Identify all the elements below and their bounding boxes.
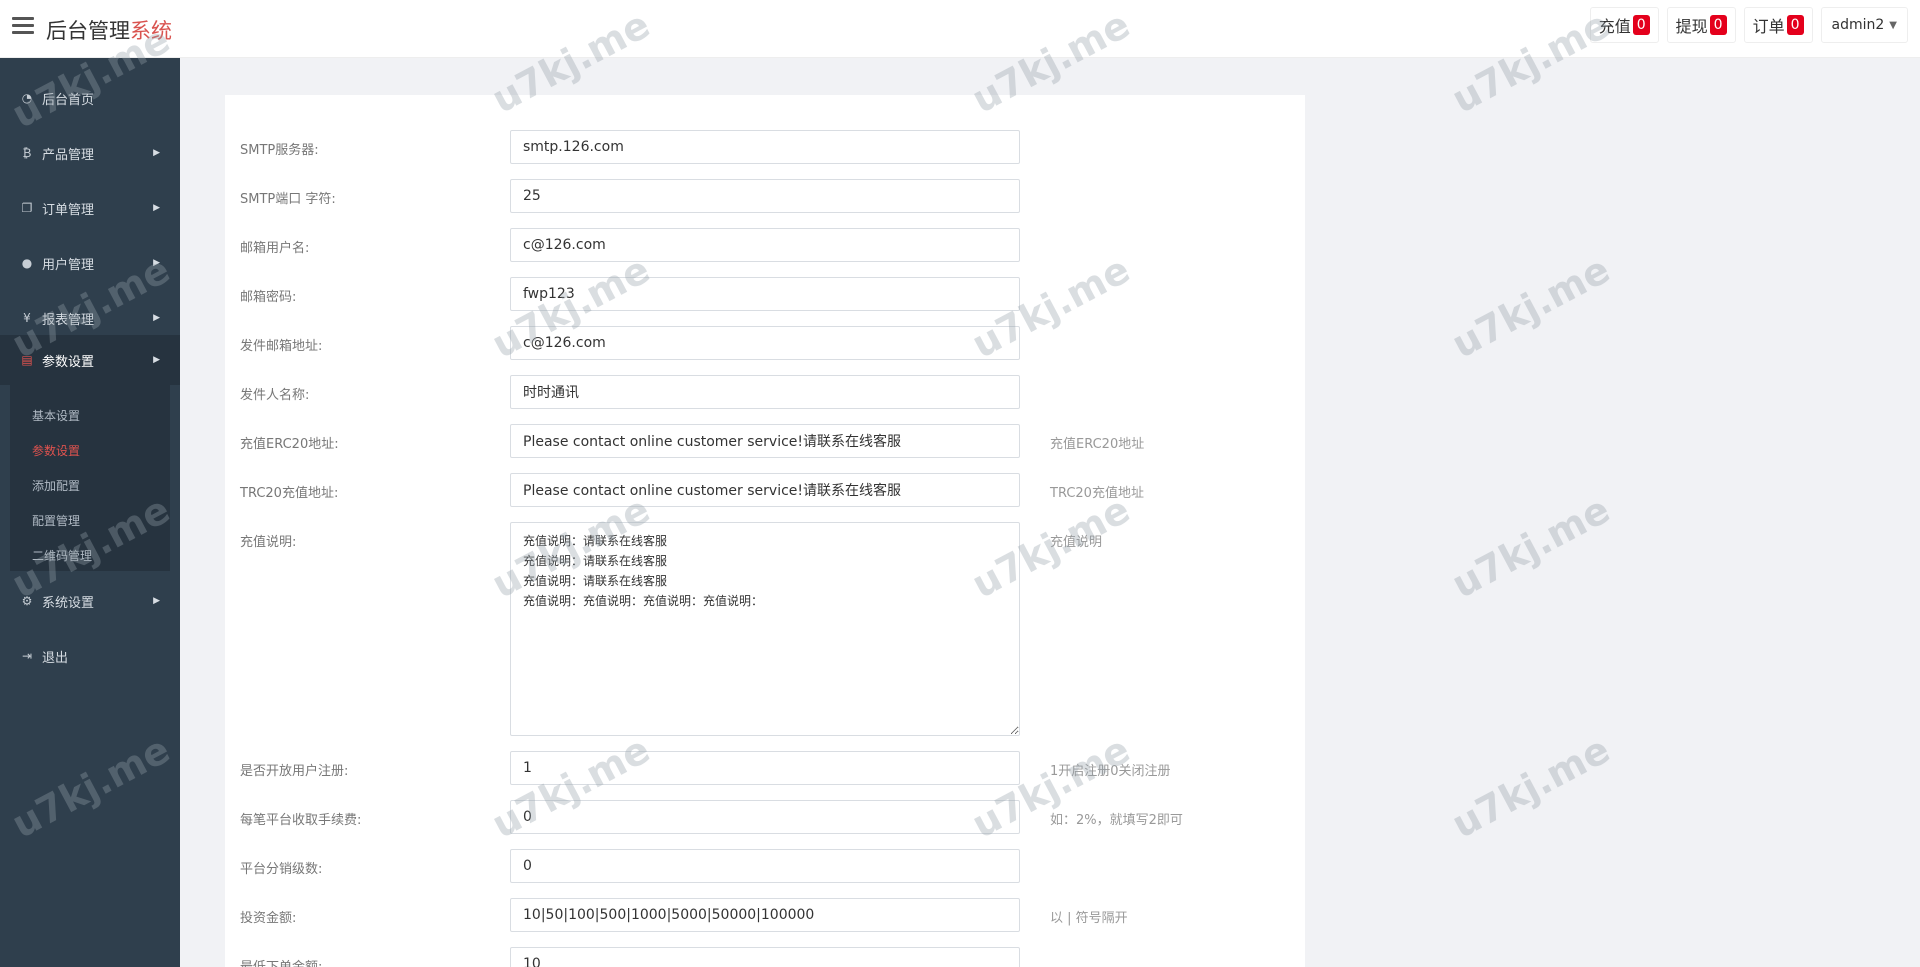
field-label: 邮箱密码: (240, 290, 297, 305)
recharge-label: 充值 (1598, 17, 1631, 36)
brand-title: 后台管理系统 (46, 15, 172, 45)
sidebar-item-reports[interactable]: ¥ 报表管理 ▶ (0, 298, 180, 338)
field-label: 是否开放用户注册: (240, 764, 349, 779)
mail-password-input[interactable] (510, 277, 1020, 311)
fee-input[interactable] (510, 800, 1020, 834)
open-register-input[interactable] (510, 751, 1020, 785)
field-label: 投资金额: (240, 911, 297, 926)
trc20-address-input[interactable] (510, 473, 1020, 507)
user-icon: ● (21, 256, 33, 270)
subitem-add-config[interactable]: 添加配置 (32, 477, 80, 494)
subitem-config-management[interactable]: 配置管理 (32, 512, 80, 529)
recharge-button[interactable]: 充值 0 (1589, 7, 1659, 43)
top-header: 后台管理系统 充值 0 提现 0 订单 0 admin2 ▼ (0, 0, 1920, 58)
dashboard-icon: ◔ (21, 91, 33, 105)
field-label: 每笔平台收取手续费: (240, 813, 362, 828)
sidebar-item-label: 参数设置 (42, 354, 95, 370)
user-menu-button[interactable]: admin2 ▼ (1820, 7, 1908, 43)
sidebar-item-params[interactable]: ▤ 参数设置 ▶ (0, 335, 180, 385)
field-label: 平台分销级数: (240, 862, 323, 877)
watermark-text: u7kj.me (1444, 487, 1617, 607)
subitem-basic-settings[interactable]: 基本设置 (32, 407, 80, 424)
invest-amounts-input[interactable] (510, 898, 1020, 932)
smtp-server-input[interactable] (510, 130, 1020, 164)
orders-button[interactable]: 订单 0 (1743, 7, 1813, 43)
field-label: TRC20充值地址: (240, 486, 339, 501)
recharge-note-textarea[interactable]: 充值说明：请联系在线客服 充值说明：请联系在线客服 充值说明：请联系在线客服 充… (510, 522, 1020, 736)
field-hint: 如：2%，就填写2即可 (1050, 813, 1183, 828)
field-label: 发件邮箱地址: (240, 339, 323, 354)
field-hint: 1开启注册0关闭注册 (1050, 764, 1171, 779)
sidebar-item-dashboard[interactable]: ◔ 后台首页 (0, 78, 180, 118)
field-hint: TRC20充值地址 (1050, 486, 1144, 501)
caret-right-icon: ▶ (153, 313, 160, 323)
mail-username-input[interactable] (510, 228, 1020, 262)
watermark-text: u7kj.me (1444, 247, 1617, 367)
copy-icon: ❐ (21, 201, 33, 215)
sidebar-item-logout[interactable]: ⇥ 退出 (0, 636, 180, 676)
withdraw-label: 提现 (1675, 17, 1708, 36)
recharge-count-badge: 0 (1632, 15, 1650, 35)
caret-down-icon: ▼ (1889, 19, 1897, 31)
brand-main-text: 后台管理 (46, 19, 130, 43)
field-label: 充值说明: (240, 535, 297, 550)
field-label: SMTP端口 字符: (240, 192, 336, 207)
subitem-param-settings[interactable]: 参数设置 (32, 442, 80, 459)
field-label: 最低下单金额: (240, 956, 322, 967)
subitem-qrcode-management[interactable]: 二维码管理 (32, 547, 92, 564)
files-icon: ▤ (21, 353, 33, 367)
erc20-address-input[interactable] (510, 424, 1020, 458)
smtp-port-input[interactable] (510, 179, 1020, 213)
sidebar-item-system[interactable]: ⚙ 系统设置 ▶ (0, 581, 180, 621)
field-hint: 充值说明 (1050, 535, 1103, 550)
sidebar-item-users[interactable]: ● 用户管理 ▶ (0, 243, 180, 283)
yen-icon: ¥ (23, 311, 31, 325)
user-name: admin2 (1831, 17, 1885, 33)
sender-name-input[interactable] (510, 375, 1020, 409)
sidebar-item-label: 系统设置 (42, 595, 95, 611)
sign-out-icon: ⇥ (21, 649, 33, 663)
sidebar-item-label: 退出 (42, 650, 69, 666)
caret-right-icon: ▶ (153, 355, 160, 365)
sidebar-item-label: 产品管理 (42, 147, 95, 163)
bitcoin-icon: ₿ (22, 146, 32, 160)
min-order-input[interactable] (510, 947, 1020, 967)
caret-right-icon: ▶ (153, 203, 160, 213)
sidebar-item-label: 订单管理 (42, 202, 95, 218)
sidebar-item-orders[interactable]: ❐ 订单管理 ▶ (0, 188, 180, 228)
sidebar-item-label: 后台首页 (42, 92, 95, 108)
field-label: 发件人名称: (240, 388, 310, 403)
withdraw-count-badge: 0 (1709, 15, 1727, 35)
watermark-text: u7kj.me (1444, 727, 1617, 847)
caret-right-icon: ▶ (153, 596, 160, 606)
caret-right-icon: ▶ (153, 148, 160, 158)
settings-form-panel: SMTP服务器: SMTP端口 字符: 邮箱用户名: 邮箱密码: 发件邮箱地址:… (225, 95, 1305, 967)
field-label: 充值ERC20地址: (240, 437, 339, 452)
field-hint: 以 | 符号隔开 (1050, 911, 1128, 926)
caret-right-icon: ▶ (153, 258, 160, 268)
field-label: SMTP服务器: (240, 143, 319, 158)
withdraw-button[interactable]: 提现 0 (1666, 7, 1736, 43)
orders-label: 订单 (1752, 17, 1785, 36)
field-label: 邮箱用户名: (240, 241, 310, 256)
gears-icon: ⚙ (21, 594, 33, 608)
sidebar: ◔ 后台首页 ₿ 产品管理 ▶ ❐ 订单管理 ▶ ● 用户管理 ▶ ¥ 报表管理 ▶ ▤ 参数设置 ▶… (0, 58, 180, 967)
menu-toggle-icon[interactable] (12, 17, 34, 39)
distribution-levels-input[interactable] (510, 849, 1020, 883)
sidebar-item-label: 用户管理 (42, 257, 95, 273)
sidebar-item-products[interactable]: ₿ 产品管理 ▶ (0, 133, 180, 173)
header-actions: 充值 0 提现 0 订单 0 admin2 ▼ (1589, 7, 1908, 43)
field-hint: 充值ERC20地址 (1050, 437, 1145, 452)
sidebar-item-label: 报表管理 (42, 312, 95, 328)
brand-accent-text: 系统 (130, 19, 172, 43)
sender-address-input[interactable] (510, 326, 1020, 360)
orders-count-badge: 0 (1786, 15, 1804, 35)
